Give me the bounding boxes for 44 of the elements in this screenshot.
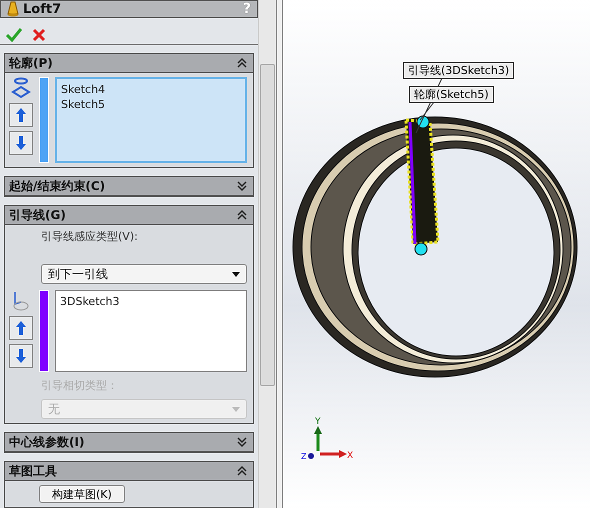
move-up-button[interactable] <box>9 316 33 340</box>
loft-icon <box>7 1 19 17</box>
selection-list[interactable]: 3DSketch3 <box>55 290 247 372</box>
down-arrow-icon <box>15 135 27 151</box>
guide-curve-icon <box>11 290 31 312</box>
x-axis-arrow <box>320 450 347 458</box>
window-title: Loft7 <box>23 2 62 16</box>
axis-label: X <box>347 451 354 461</box>
move-down-button[interactable] <box>9 131 33 155</box>
section-header[interactable]: 起始/结束约束(C) <box>5 177 253 196</box>
up-arrow-icon <box>15 107 27 123</box>
axis-label: Y <box>315 417 320 427</box>
selection-list[interactable]: Sketch4 Sketch5 <box>55 77 247 163</box>
list-item[interactable]: 3DSketch3 <box>60 295 242 308</box>
expand-icon[interactable] <box>237 181 247 191</box>
list-item[interactable]: Sketch4 <box>61 83 241 96</box>
collapse-icon[interactable] <box>237 210 247 220</box>
collapse-icon[interactable] <box>237 466 247 476</box>
collapse-icon[interactable] <box>237 58 247 68</box>
section-header[interactable]: 草图工具 <box>5 462 253 481</box>
close-icon[interactable] <box>32 28 46 42</box>
callout-label: 轮廓(Sketch5) <box>409 86 494 103</box>
move-up-button[interactable] <box>9 103 33 127</box>
section-header[interactable]: 中心线参数(I) <box>5 433 253 452</box>
dropdown[interactable]: 到下一引线 <box>41 264 247 284</box>
list-item[interactable]: Sketch5 <box>61 98 241 111</box>
down-arrow-icon <box>15 348 27 364</box>
scrollbar[interactable] <box>258 0 276 508</box>
z-axis-dot <box>308 453 314 459</box>
checkmark-icon[interactable] <box>6 28 22 42</box>
move-down-button[interactable] <box>9 344 33 368</box>
panel-splitter[interactable] <box>276 0 283 508</box>
section-header[interactable]: 引导线(G) <box>5 206 253 225</box>
up-arrow-icon <box>15 320 27 336</box>
expand-icon[interactable] <box>237 437 247 447</box>
callout-label: 引导线(3DSketch3) <box>403 62 514 79</box>
caret-icon <box>232 406 240 412</box>
sketch-button[interactable]: 构建草图(K) <box>39 485 125 503</box>
field-label: 引导线感应类型(V): <box>41 229 139 244</box>
caret-icon <box>232 272 240 276</box>
section-header[interactable]: 轮廓(P) <box>5 54 253 73</box>
y-axis-arrow <box>314 426 322 451</box>
profile-icon <box>11 77 31 99</box>
axis-label: Z <box>301 452 306 461</box>
